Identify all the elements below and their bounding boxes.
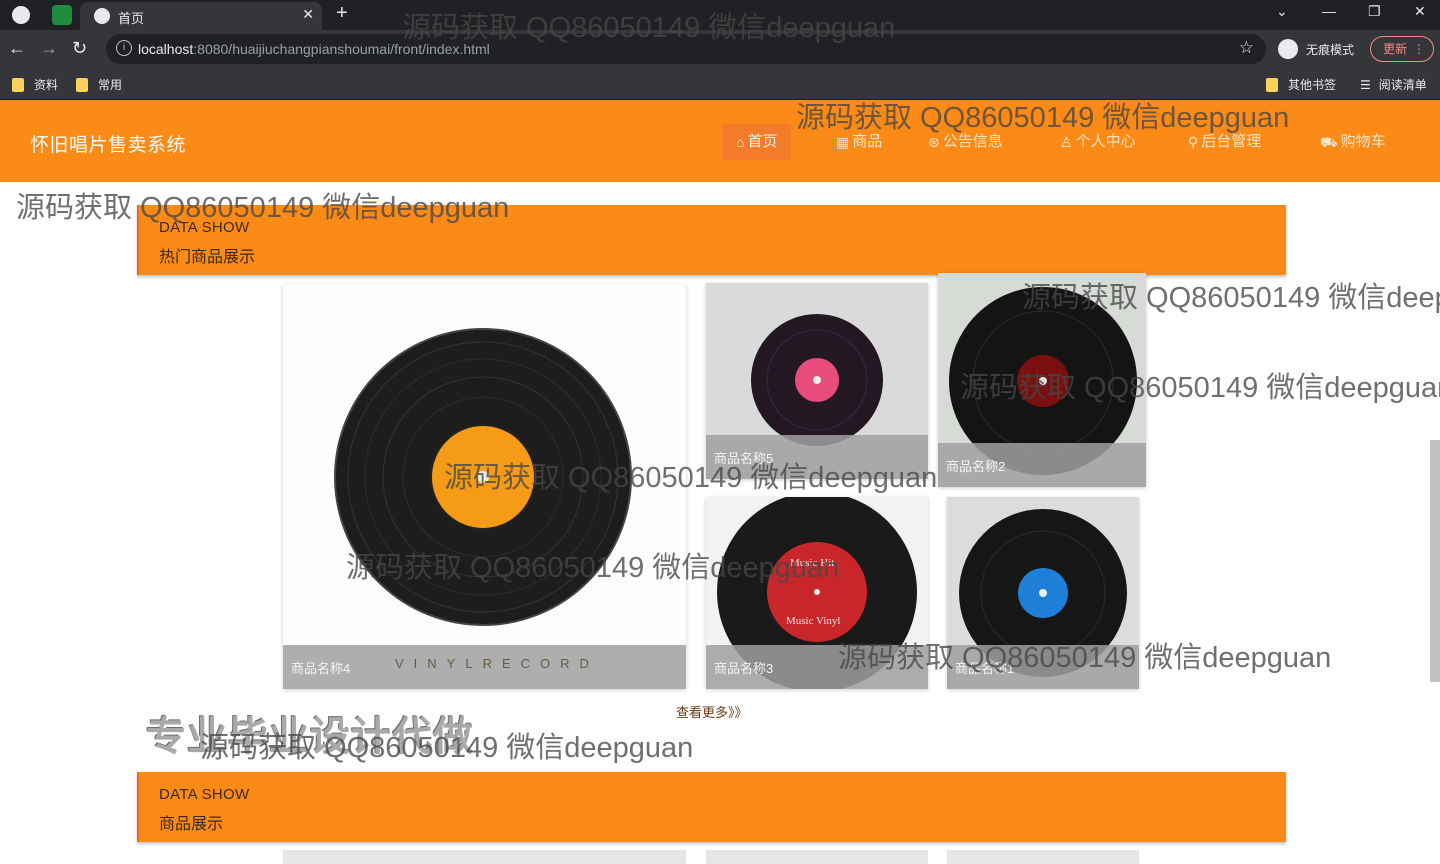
incognito-indicator[interactable]: 无痕模式 — [1278, 37, 1354, 61]
update-button[interactable]: 更新 ⋮ — [1370, 36, 1434, 62]
vinyl-record-image — [334, 328, 632, 626]
site-header: 怀旧唱片售卖系统 ⌂ 首页 ▦ 商品 ⊛ 公告信息 ♙ 个人中心 ⚲ 后台管理 ⛟ 购物车 — [0, 100, 1440, 182]
close-icon[interactable]: ✕ — [302, 6, 314, 23]
back-arrow-icon[interactable]: ← — [8, 38, 26, 59]
promo-text: 专业毕业设计代做 — [146, 715, 474, 759]
product-card-peek[interactable] — [283, 850, 686, 864]
product-card-4[interactable]: 商品名称4 VINYLRECORD — [283, 284, 686, 689]
scrollbar-thumb[interactable] — [1430, 440, 1440, 682]
url-text: localhost:8080/huaijiuchangpianshoumai/f… — [138, 41, 490, 57]
link-icon: ⚲ — [1188, 134, 1199, 150]
folder-icon — [12, 77, 24, 92]
more-vert-icon: ⋮ — [1413, 42, 1425, 56]
product-card-peek[interactable] — [706, 850, 928, 864]
restore-button[interactable]: ❐ — [1368, 3, 1381, 20]
browser-tab-home[interactable]: 首页 ✕ — [80, 2, 322, 30]
product-card-3[interactable]: Music Hit Music Vinyl 商品名称3 — [706, 497, 928, 689]
globe-icon — [94, 8, 110, 24]
nav-admin[interactable]: ⚲ 后台管理 — [1188, 124, 1261, 160]
nav-home[interactable]: ⌂ 首页 — [722, 124, 792, 160]
cart-icon: ⛟ — [1320, 134, 1338, 150]
view-more-link[interactable]: 查看更多》》 — [676, 702, 748, 721]
folder-icon — [1266, 77, 1278, 92]
url-input[interactable]: i localhost:8080/huaijiuchangpianshoumai… — [106, 34, 1266, 64]
product-card-1[interactable]: 商品名称1 — [947, 497, 1139, 689]
user-icon: ♙ — [1060, 134, 1073, 150]
grid-icon: ▦ — [836, 134, 850, 150]
notice-icon: ⊛ — [928, 134, 940, 150]
product-card-5[interactable]: 商品名称5 — [706, 283, 928, 479]
product-caption: 商品名称5 — [706, 435, 928, 479]
info-icon[interactable]: i — [116, 40, 132, 56]
vinyl-record-text: VINYLRECORD — [395, 656, 599, 671]
section-subtitle: DATA SHOW — [159, 786, 250, 803]
forward-arrow-icon[interactable]: → — [40, 38, 58, 59]
reload-icon[interactable]: ↻ — [72, 38, 87, 59]
section-hot-products: DATA SHOW 热门商品展示 — [137, 205, 1286, 275]
new-tab-button[interactable]: + — [336, 2, 348, 25]
browser-tab-bar: 首页 ✕ + ⌄ — ❐ ✕ — [0, 0, 1440, 30]
nav-products[interactable]: ▦ 商品 — [836, 124, 882, 160]
nav-cart[interactable]: ⛟ 购物车 — [1320, 124, 1386, 160]
section-products: DATA SHOW 商品展示 — [137, 772, 1286, 842]
label-text-top: Music Hit — [790, 557, 835, 569]
browser-address-bar: ← → ↻ i localhost:8080/huaijiuchangpians… — [0, 30, 1440, 68]
close-window-button[interactable]: ✕ — [1414, 3, 1426, 20]
reading-list-icon: ☰ — [1360, 77, 1371, 92]
globe-icon[interactable] — [12, 6, 30, 24]
product-caption: 商品名称3 — [706, 645, 928, 689]
bookmark-folder-other[interactable]: 其他书签 — [1266, 76, 1336, 93]
reading-list[interactable]: ☰ 阅读清单 — [1360, 76, 1427, 93]
section-title: 热门商品展示 — [159, 249, 256, 266]
chevron-down-icon[interactable]: ⌄ — [1276, 3, 1288, 20]
nav-announcements[interactable]: ⊛ 公告信息 — [928, 124, 1003, 160]
bookmark-folder-changyong[interactable]: 常用 — [76, 76, 122, 93]
label-text-bottom: Music Vinyl — [786, 615, 841, 627]
home-icon: ⌂ — [736, 134, 745, 150]
incognito-label: 无痕模式 — [1306, 42, 1355, 57]
update-label: 更新 — [1383, 42, 1408, 56]
folder-icon — [76, 77, 88, 92]
section-title: 商品展示 — [159, 816, 224, 833]
minimize-button[interactable]: — — [1322, 3, 1336, 19]
spreadsheet-icon[interactable] — [52, 5, 72, 25]
product-caption: 商品名称1 — [947, 645, 1139, 689]
nav-profile[interactable]: ♙ 个人中心 — [1060, 124, 1136, 160]
star-icon[interactable]: ☆ — [1239, 38, 1254, 58]
bookmark-folder-ziliao[interactable]: 资料 — [12, 76, 58, 93]
product-card-2[interactable]: 商品名称2 — [938, 273, 1146, 487]
product-caption: 商品名称2 — [938, 443, 1146, 487]
product-card-peek[interactable] — [947, 850, 1139, 864]
tab-title: 首页 — [118, 11, 145, 26]
incognito-icon — [1278, 39, 1298, 59]
bookmarks-bar: 资料 常用 其他书签 ☰ 阅读清单 — [0, 68, 1440, 100]
section-subtitle: DATA SHOW — [159, 219, 250, 236]
site-title: 怀旧唱片售卖系统 — [30, 135, 187, 156]
